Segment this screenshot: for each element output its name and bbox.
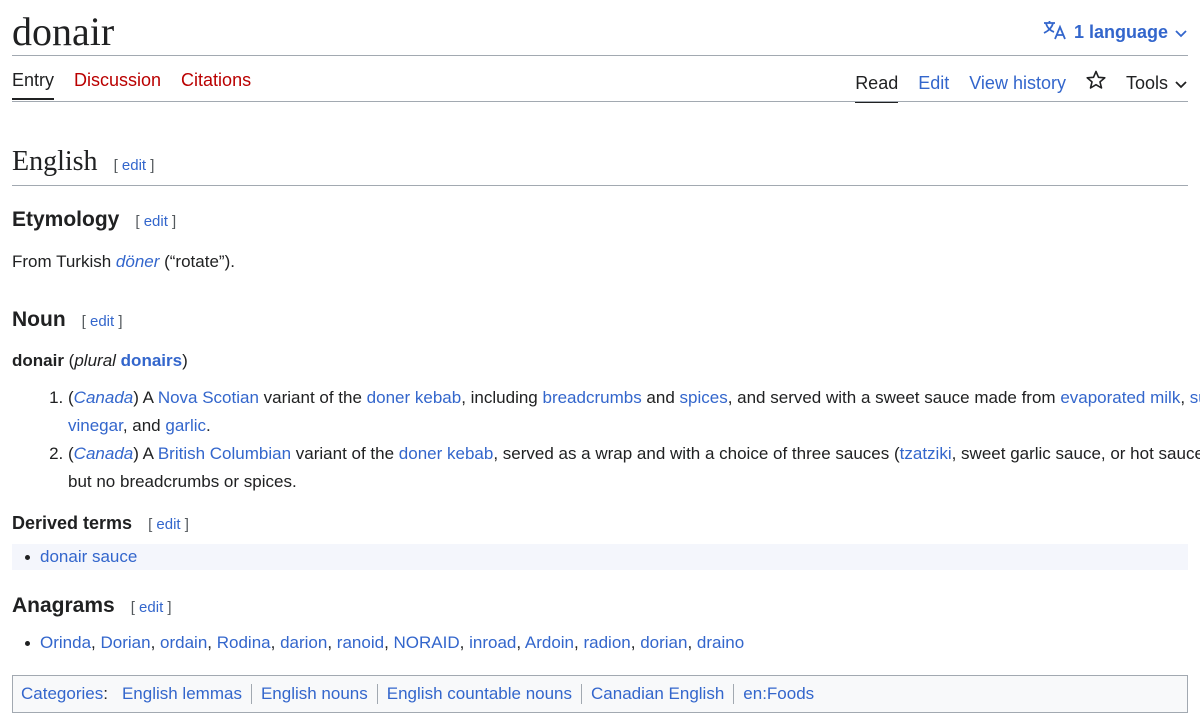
etymology-prefix: From Turkish [12,252,116,271]
category-link[interactable]: English countable nouns [376,684,581,704]
sense-link[interactable]: evaporated milk [1060,388,1180,407]
category-link[interactable]: English nouns [250,684,377,704]
derived-terms-list: donair sauce [12,544,1188,570]
tools-label: Tools [1125,72,1168,93]
etymology-link[interactable]: döner [116,252,159,271]
translate-icon [1042,19,1068,46]
heading-etymology-text: Etymology [12,208,120,231]
heading-english: English [ edit ] [12,146,154,178]
anagram-link[interactable]: Ardoin [525,633,574,652]
sense-link[interactable]: doner kebab [367,388,462,407]
tab-view-history[interactable]: View history [969,73,1066,103]
heading-anagrams: Anagrams [ edit ] [12,594,172,618]
chevron-down-icon [1174,73,1188,94]
sense-link[interactable]: sugar [1190,388,1200,407]
view-tabs: Read Edit View history Tools [855,70,1188,105]
anagrams-list: Orinda, Dorian, ordain, Rodina, darion, … [12,633,1188,653]
watch-star-icon[interactable] [1086,70,1106,105]
categories-list: English lemmas English nouns English count… [116,684,823,704]
sense-label-link[interactable]: Canada [74,444,134,463]
anagram-link[interactable]: Orinda [40,633,91,652]
edit-section-derived-terms: [ edit ] [148,516,189,533]
anagram-link[interactable]: ranoid [337,633,384,652]
anagram-link[interactable]: inroad [469,633,516,652]
anagram-link[interactable]: NORAID [394,633,460,652]
sense-link[interactable]: British Columbian [158,444,291,463]
sense-link[interactable]: garlic [165,416,206,435]
sense-item: (Canada) A British Columbian variant of … [68,440,1200,496]
tab-citations[interactable]: Citations [181,70,251,100]
headword-line: donair (plural donairs) [12,351,188,370]
etymology-text: From Turkish döner (“rotate”). [12,252,235,272]
etymology-suffix: (“rotate”). [159,252,235,271]
edit-link[interactable]: edit [139,599,163,616]
anagram-link[interactable]: radion [583,633,630,652]
heading-english-text: English [12,146,98,177]
anagrams-items: Orinda, Dorian, ordain, Rodina, darion, … [40,633,745,652]
anagram-link[interactable]: darion [280,633,327,652]
language-button-label: 1 language [1073,22,1168,42]
sense-label-link[interactable]: Canada [74,388,134,407]
heading-noun-text: Noun [12,308,66,331]
tab-entry[interactable]: Entry [12,70,55,100]
heading-noun: Noun [ edit ] [12,308,123,332]
headword: donair [12,351,64,370]
heading-etymology: Etymology [ edit ] [12,208,176,232]
sense-list: (Canada) A Nova Scotian variant of the d… [12,384,1200,496]
categories-label-link[interactable]: Categories [21,684,103,704]
edit-section-etymology: [ edit ] [135,213,177,230]
sense-link[interactable]: spices [680,388,728,407]
plural-link[interactable]: donairs [121,351,182,370]
bullet-icon [25,640,30,646]
derived-term-link[interactable]: donair sauce [40,547,137,567]
category-link[interactable]: Canadian English [581,684,733,704]
plural-label: plural [74,351,116,370]
category-link[interactable]: en:Foods [733,684,823,704]
edit-link[interactable]: edit [156,516,180,533]
anagram-link[interactable]: Rodina [217,633,271,652]
anagram-link[interactable]: draino [697,633,744,652]
categories-box: Categories: English lemmas English nouns E… [12,675,1188,713]
sense-link[interactable]: doner kebab [399,444,494,463]
category-link[interactable]: English lemmas [116,684,251,704]
chevron-down-icon [1174,22,1188,43]
title-divider [12,55,1188,56]
anagram-link[interactable]: ordain [160,633,207,652]
language-button[interactable]: 1 language [1042,19,1188,46]
anagram-link[interactable]: dorian [640,633,687,652]
sense-link[interactable]: tzatziki [900,444,952,463]
sense-link[interactable]: Nova Scotian [158,388,259,407]
bullet-icon [25,554,30,560]
page-title: donair [12,9,115,54]
categories-colon: : [103,684,108,703]
anagram-link[interactable]: Dorian [100,633,150,652]
tab-discussion[interactable]: Discussion [74,70,161,100]
heading-derived-terms-text: Derived terms [12,513,133,533]
sense-link[interactable]: vinegar [68,416,123,435]
sense-item: (Canada) A Nova Scotian variant of the d… [68,384,1200,440]
edit-section-noun: [ edit ] [81,313,123,330]
edit-section-english: [ edit ] [113,157,155,174]
edit-link[interactable]: edit [122,157,146,174]
english-divider [12,185,1188,186]
tools-menu[interactable]: Tools [1126,73,1188,103]
edit-section-anagrams: [ edit ] [130,599,172,616]
namespace-tabs: Entry Discussion Citations [12,70,251,100]
edit-link[interactable]: edit [144,213,168,230]
tabs-divider [12,101,1188,102]
tab-edit[interactable]: Edit [918,73,949,103]
sense-link[interactable]: breadcrumbs [542,388,641,407]
heading-anagrams-text: Anagrams [12,594,115,617]
edit-link[interactable]: edit [90,313,114,330]
tab-read[interactable]: Read [855,73,899,103]
heading-derived-terms: Derived terms [ edit ] [12,513,189,534]
